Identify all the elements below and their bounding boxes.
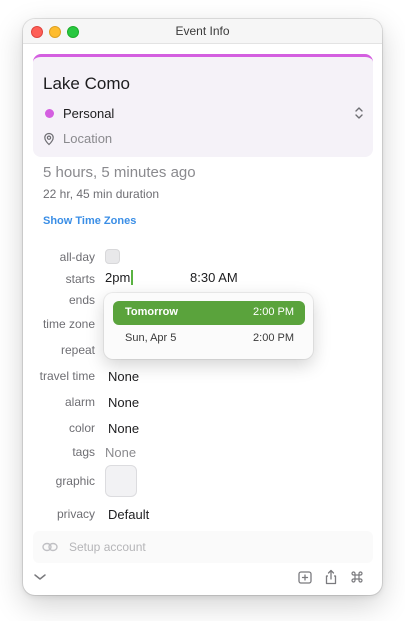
tags-value[interactable]: None <box>105 445 136 460</box>
color-value[interactable]: None <box>108 421 139 436</box>
all-day-label: all-day <box>59 250 95 264</box>
starts-date-text: 2pm <box>105 270 131 285</box>
command-icon[interactable] <box>349 569 365 585</box>
location-field[interactable]: Location <box>63 131 112 146</box>
ends-label: ends <box>68 293 95 307</box>
all-day-checkbox[interactable] <box>105 249 120 264</box>
repeat-label: repeat <box>60 343 95 357</box>
alarm-label: alarm <box>64 395 95 409</box>
color-label: color <box>68 421 95 435</box>
starts-label: starts <box>65 272 95 286</box>
title-bar: Event Info <box>23 19 382 44</box>
chevron-down-icon[interactable] <box>33 572 47 582</box>
event-duration: 22 hr, 45 min duration <box>43 187 160 201</box>
setup-account-label: Setup account <box>69 540 146 554</box>
alarm-value[interactable]: None <box>108 395 139 410</box>
event-header-card: Lake Como Personal Location <box>33 54 373 157</box>
starts-time-field[interactable]: 8:30 AM <box>190 270 238 285</box>
date-suggestions-popup: Tomorrow 2:00 PM Sun, Apr 5 2:00 PM <box>104 293 313 359</box>
link-icon <box>42 542 58 552</box>
suggestion-time: 2:00 PM <box>253 332 294 344</box>
tags-label: tags <box>72 445 95 459</box>
chevron-updown-icon[interactable] <box>353 105 365 121</box>
travel-time-value[interactable]: None <box>108 369 139 384</box>
starts-date-input[interactable]: 2pm <box>105 270 133 285</box>
privacy-label: privacy <box>56 507 95 521</box>
add-square-icon[interactable] <box>297 569 313 585</box>
suggestion-item-tomorrow[interactable]: Tomorrow 2:00 PM <box>113 301 305 325</box>
calendar-selector[interactable]: Personal <box>63 106 114 121</box>
show-time-zones-link[interactable]: Show Time Zones <box>43 215 136 227</box>
suggestion-day: Tomorrow <box>125 306 178 318</box>
event-info-window: Event Info Lake Como Personal Location 5… <box>23 19 382 595</box>
suggestion-day: Sun, Apr 5 <box>125 332 177 344</box>
relative-time: 5 hours, 5 minutes ago <box>43 164 196 181</box>
time-zone-label: time zone <box>42 317 95 331</box>
share-icon[interactable] <box>323 569 339 585</box>
suggestion-item-sun-apr-5[interactable]: Sun, Apr 5 2:00 PM <box>113 327 305 351</box>
graphic-label: graphic <box>55 474 95 488</box>
location-pin-icon <box>44 132 54 146</box>
setup-account-row[interactable]: Setup account <box>33 531 373 563</box>
privacy-value[interactable]: Default <box>108 507 149 522</box>
window-title: Event Info <box>175 24 230 38</box>
travel-time-label: travel time <box>39 369 95 383</box>
graphic-image-well[interactable] <box>105 465 137 497</box>
suggestion-time: 2:00 PM <box>253 306 294 318</box>
calendar-color-dot <box>45 109 54 118</box>
text-cursor <box>131 270 133 285</box>
event-title[interactable]: Lake Como <box>43 74 130 94</box>
